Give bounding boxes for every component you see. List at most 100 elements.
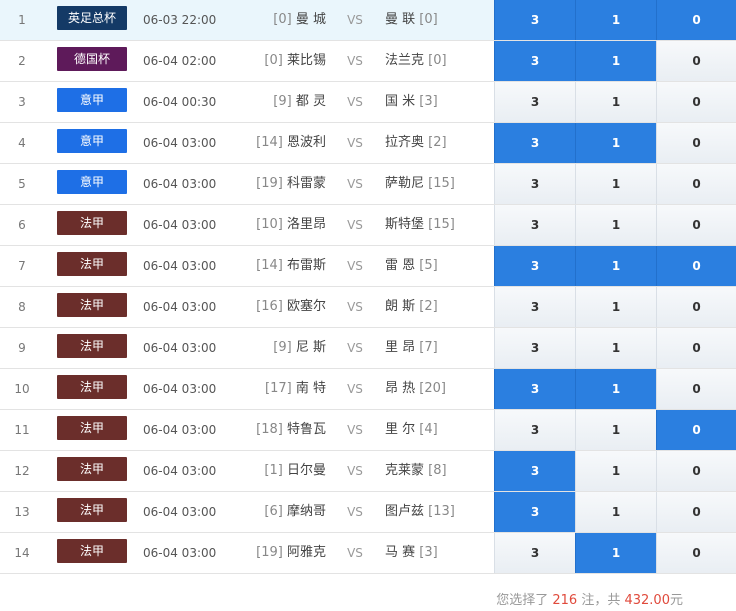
odds-lose-button[interactable]: 0 — [656, 82, 736, 122]
league-badge[interactable]: 意甲 — [57, 88, 127, 112]
league-badge[interactable]: 法甲 — [57, 334, 127, 358]
odds-win-button[interactable]: 3 — [494, 287, 575, 327]
home-name: 布雷斯 — [286, 258, 326, 273]
league-badge[interactable]: 法甲 — [57, 498, 127, 522]
home-rank: [1] — [264, 463, 283, 478]
match-row: 11 法甲 06-04 03:00 [18] 特鲁瓦 VS 里 尔 [4] 3 1 0 — [0, 410, 736, 451]
odds-win-button[interactable]: 3 — [494, 369, 575, 409]
home-team: [6] 摩纳哥 — [234, 492, 326, 532]
odds-lose-button[interactable]: 0 — [656, 492, 736, 532]
home-rank: [10] — [256, 217, 283, 232]
league-badge[interactable]: 法甲 — [57, 539, 127, 563]
odds-lose-button[interactable]: 0 — [656, 205, 736, 245]
odds-draw-button[interactable]: 1 — [575, 123, 656, 163]
home-rank: [18] — [256, 422, 283, 437]
odds-win-button[interactable]: 3 — [494, 205, 575, 245]
away-team: 国 米 [3] — [385, 82, 493, 122]
total-amount: 432.00 — [624, 593, 670, 608]
away-rank: [0] — [428, 53, 447, 68]
home-team: [0] 莱比锡 — [234, 41, 326, 81]
league-badge[interactable]: 德国杯 — [57, 47, 127, 71]
match-time: 06-04 02:00 — [143, 54, 217, 68]
home-rank: [14] — [256, 258, 283, 273]
vs-label: VS — [347, 341, 363, 355]
odds-win-button[interactable]: 3 — [494, 123, 575, 163]
odds-draw-button[interactable]: 1 — [575, 492, 656, 532]
match-number: 5 — [18, 177, 26, 191]
league-badge[interactable]: 意甲 — [57, 129, 127, 153]
away-name: 斯特堡 — [385, 217, 425, 232]
odds-draw-button[interactable]: 1 — [575, 164, 656, 204]
away-name: 马 赛 — [385, 545, 416, 560]
odds-draw-button[interactable]: 1 — [575, 82, 656, 122]
home-name: 阿雅克 — [286, 545, 326, 560]
odds-draw-button[interactable]: 1 — [575, 328, 656, 368]
match-time: 06-04 00:30 — [143, 95, 217, 109]
league-badge[interactable]: 法甲 — [57, 293, 127, 317]
odds-draw-button[interactable]: 1 — [575, 246, 656, 286]
match-time: 06-04 03:00 — [143, 177, 217, 191]
odds-win-button[interactable]: 3 — [494, 164, 575, 204]
odds-lose-button[interactable]: 0 — [656, 410, 736, 450]
away-team: 萨勒尼 [15] — [385, 164, 493, 204]
odds-win-button[interactable]: 3 — [494, 410, 575, 450]
odds-lose-button[interactable]: 0 — [656, 533, 736, 573]
odds-win-button[interactable]: 3 — [494, 533, 575, 573]
league-badge[interactable]: 法甲 — [57, 375, 127, 399]
odds-lose-button[interactable]: 0 — [656, 0, 736, 40]
odds-win-button[interactable]: 3 — [494, 328, 575, 368]
home-team: [10] 洛里昂 — [234, 205, 326, 245]
match-row: 8 法甲 06-04 03:00 [16] 欧塞尔 VS 朗 斯 [2] 3 1 0 — [0, 287, 736, 328]
odds-lose-button[interactable]: 0 — [656, 164, 736, 204]
summary-suffix: 元 — [669, 593, 683, 608]
away-name: 里 昂 — [385, 340, 416, 355]
odds-lose-button[interactable]: 0 — [656, 41, 736, 81]
home-name: 欧塞尔 — [286, 299, 326, 314]
odds-draw-button[interactable]: 1 — [575, 533, 656, 573]
match-number: 10 — [14, 382, 30, 396]
odds-draw-button[interactable]: 1 — [575, 451, 656, 491]
odds-draw-button[interactable]: 1 — [575, 41, 656, 81]
match-time: 06-04 03:00 — [143, 464, 217, 478]
odds-win-button[interactable]: 3 — [494, 492, 575, 532]
odds-win-button[interactable]: 3 — [494, 41, 575, 81]
odds-lose-button[interactable]: 0 — [656, 123, 736, 163]
home-name: 都 灵 — [295, 94, 326, 109]
league-badge[interactable]: 法甲 — [57, 211, 127, 235]
league-badge[interactable]: 法甲 — [57, 416, 127, 440]
odds-lose-button[interactable]: 0 — [656, 246, 736, 286]
home-team: [9] 都 灵 — [234, 82, 326, 122]
odds-win-button[interactable]: 3 — [494, 0, 575, 40]
league-badge[interactable]: 英足总杯 — [57, 6, 127, 30]
odds-lose-button[interactable]: 0 — [656, 451, 736, 491]
match-number: 6 — [18, 218, 26, 232]
home-team: [14] 恩波利 — [234, 123, 326, 163]
match-time: 06-04 03:00 — [143, 423, 217, 437]
league-badge[interactable]: 法甲 — [57, 457, 127, 481]
odds-lose-button[interactable]: 0 — [656, 369, 736, 409]
odds-draw-button[interactable]: 1 — [575, 410, 656, 450]
match-number: 12 — [14, 464, 30, 478]
home-name: 曼 城 — [295, 12, 326, 27]
vs-label: VS — [347, 546, 363, 560]
odds-lose-button[interactable]: 0 — [656, 287, 736, 327]
odds-draw-button[interactable]: 1 — [575, 287, 656, 327]
away-rank: [13] — [428, 504, 455, 519]
away-rank: [5] — [419, 258, 438, 273]
league-badge[interactable]: 法甲 — [57, 252, 127, 276]
odds-lose-button[interactable]: 0 — [656, 328, 736, 368]
odds-win-button[interactable]: 3 — [494, 451, 575, 491]
home-rank: [17] — [265, 381, 292, 396]
home-team: [1] 日尔曼 — [234, 451, 326, 491]
vs-label: VS — [347, 259, 363, 273]
match-time: 06-04 03:00 — [143, 382, 217, 396]
match-row: 5 意甲 06-04 03:00 [19] 科雷蒙 VS 萨勒尼 [15] 3 1 0 — [0, 164, 736, 205]
odds-draw-button[interactable]: 1 — [575, 369, 656, 409]
away-rank: [7] — [419, 340, 438, 355]
odds-draw-button[interactable]: 1 — [575, 0, 656, 40]
league-badge[interactable]: 意甲 — [57, 170, 127, 194]
odds-win-button[interactable]: 3 — [494, 82, 575, 122]
odds-draw-button[interactable]: 1 — [575, 205, 656, 245]
home-rank: [9] — [273, 94, 292, 109]
odds-win-button[interactable]: 3 — [494, 246, 575, 286]
